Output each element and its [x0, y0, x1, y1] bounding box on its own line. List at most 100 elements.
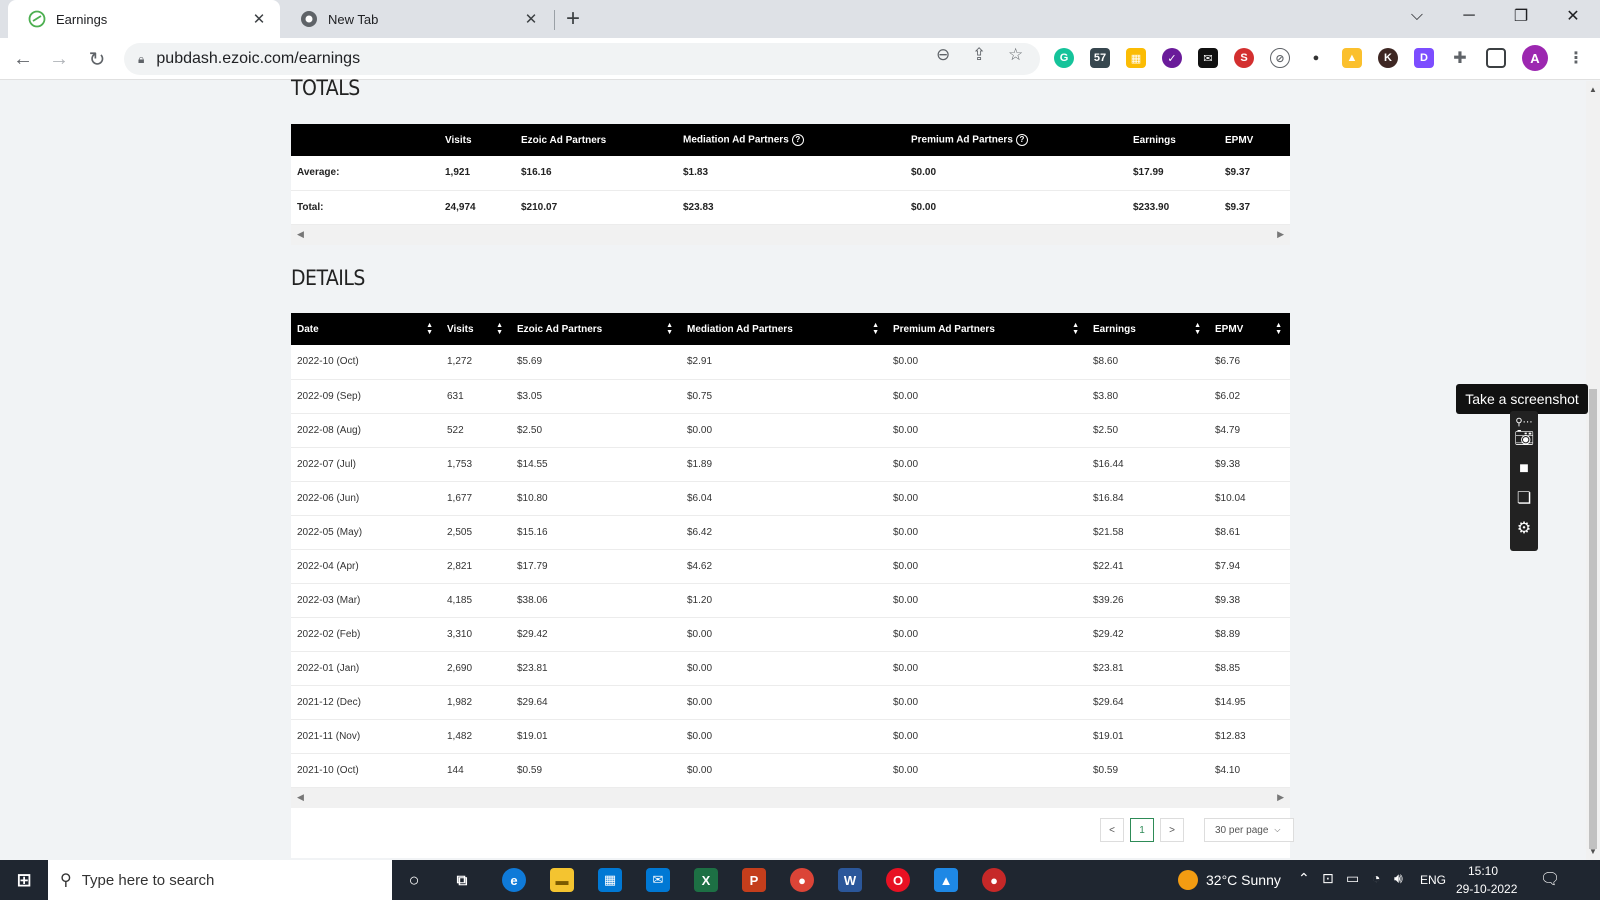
chevron-up-icon[interactable]: ⌃ — [1298, 870, 1310, 887]
scroll-right-arrow-icon[interactable]: ▶ — [1277, 229, 1284, 240]
cell-visits: 1,272 — [441, 345, 511, 380]
column-header-date[interactable]: Date ▲ ▼ — [291, 313, 441, 345]
scrollbar-thumb[interactable] — [1589, 389, 1597, 849]
scroll-left-arrow-icon[interactable]: ◀ — [297, 792, 304, 803]
notifications-icon[interactable]: 🗨︎ — [1540, 869, 1560, 889]
window-capture-icon[interactable]: ❏ — [1514, 489, 1534, 509]
per-page-select[interactable]: 30 per page ⌵ — [1204, 818, 1294, 842]
sort-arrows-icon[interactable]: ▲ ▼ — [496, 322, 503, 336]
opera-icon[interactable]: O — [886, 868, 910, 892]
taskbar-search-box[interactable]: ⚲ Type here to search — [48, 860, 392, 900]
side-panel-icon[interactable] — [1486, 48, 1506, 68]
help-question-icon[interactable]: ? — [1015, 134, 1028, 146]
photos-icon[interactable]: ▲ — [934, 868, 958, 892]
meet-now-icon[interactable]: ⊡ — [1322, 870, 1334, 887]
sort-arrows-icon[interactable]: ▲ ▼ — [1072, 322, 1079, 336]
settings-gear-icon[interactable]: ⚙ — [1514, 519, 1534, 539]
column-header-visits[interactable]: Visits ▲ ▼ — [441, 313, 511, 345]
blocked-extension-icon[interactable]: ⊘ — [1270, 48, 1290, 68]
cell-mediation: $0.00 — [681, 753, 887, 788]
cell-earnings: $29.42 — [1087, 617, 1209, 652]
column-header-ezoic[interactable]: Ezoic Ad Partners ▲ ▼ — [511, 313, 681, 345]
weather-text[interactable]: 32°C Sunny — [1206, 872, 1281, 888]
lock-icon[interactable]: 🔒︎ — [138, 52, 144, 67]
word-icon[interactable]: W — [838, 868, 862, 892]
wifi-icon[interactable]: ◔ — [1372, 870, 1380, 886]
zoom-icon[interactable]: ⊖ — [936, 45, 950, 65]
column-header-mediation[interactable]: Mediation Ad Partners ▲ ▼ — [681, 313, 887, 345]
volume-icon[interactable]: 🔊︎ — [1394, 870, 1403, 887]
column-header-earnings[interactable]: Earnings ▲ ▼ — [1087, 313, 1209, 345]
dots-extension-icon[interactable]: ● — [1306, 48, 1326, 68]
totals-header-ezoic: Ezoic Ad Partners — [515, 124, 677, 156]
column-header-premium[interactable]: Premium Ad Partners ▲ ▼ — [887, 313, 1087, 345]
scroll-down-arrow-icon[interactable]: ▼ — [1586, 847, 1600, 856]
dark-extension-icon[interactable]: ✉ — [1198, 48, 1218, 68]
powerpoint-icon[interactable]: P — [742, 868, 766, 892]
scroll-up-arrow-icon[interactable]: ▲ — [1586, 85, 1600, 94]
new-tab-plus-icon[interactable]: + — [566, 6, 580, 32]
tab-earnings[interactable]: Earnings ✕ — [8, 0, 280, 38]
share-icon[interactable]: ⇪ — [972, 45, 986, 65]
column-header-epmv[interactable]: EPMV ▲ ▼ — [1209, 313, 1290, 345]
cortana-circle-icon[interactable]: ○ — [402, 868, 426, 892]
tab-search-chevron-icon[interactable]: ⌵ — [1394, 0, 1440, 32]
address-bar[interactable]: 🔒︎ pubdash.ezoic.com/earnings — [124, 43, 1040, 75]
tab-new-tab[interactable]: New Tab ✕ — [280, 0, 552, 38]
k-extension-icon[interactable]: K — [1378, 48, 1398, 68]
mail-icon[interactable]: ✉ — [646, 868, 670, 892]
language-indicator[interactable]: ENG — [1420, 873, 1446, 887]
sort-arrows-icon[interactable]: ▲ ▼ — [1275, 322, 1282, 336]
yellow-extension-icon[interactable]: ▲ — [1342, 48, 1362, 68]
cell-ezoic: $29.64 — [511, 685, 681, 720]
window-close-icon[interactable]: ✕ — [1550, 0, 1596, 32]
scroll-right-arrow-icon[interactable]: ▶ — [1277, 792, 1284, 803]
profile-avatar[interactable]: A — [1522, 45, 1548, 71]
video-camera-icon[interactable]: ■ — [1514, 459, 1534, 479]
excel-icon[interactable]: X — [694, 868, 718, 892]
camera-icon[interactable]: 📷︎ — [1514, 429, 1534, 449]
forward-arrow-icon[interactable]: → — [46, 46, 72, 72]
extension-57-icon[interactable]: 57 — [1090, 48, 1110, 68]
grammarly-extension-icon[interactable]: G — [1054, 48, 1074, 68]
sort-arrows-icon[interactable]: ▲ ▼ — [872, 322, 879, 336]
task-view-icon[interactable]: ⧉ — [450, 868, 474, 892]
weather-sun-icon[interactable] — [1178, 870, 1198, 890]
minimize-icon[interactable]: ─ — [1446, 0, 1492, 32]
reload-icon[interactable]: ↻ — [84, 46, 110, 72]
help-question-icon[interactable]: ? — [791, 134, 804, 146]
d-extension-icon[interactable]: D — [1414, 48, 1434, 68]
file-explorer-icon[interactable]: ▬ — [550, 868, 574, 892]
red-extension-icon[interactable]: S — [1234, 48, 1254, 68]
close-tab-icon[interactable]: ✕ — [522, 10, 540, 28]
microsoft-store-icon[interactable]: ▦ — [598, 868, 622, 892]
recorder-icon[interactable]: ● — [982, 868, 1006, 892]
scroll-left-arrow-icon[interactable]: ◀ — [297, 229, 304, 240]
cell-date: 2021-10 (Oct) — [291, 753, 441, 788]
next-page-button[interactable]: > — [1160, 818, 1184, 842]
back-arrow-icon[interactable]: ← — [10, 46, 36, 72]
battery-icon[interactable]: ▭ — [1346, 870, 1359, 887]
sort-arrows-icon[interactable]: ▲ ▼ — [426, 322, 433, 336]
clock-date[interactable]: 29-10-2022 — [1456, 882, 1517, 896]
sort-arrows-icon[interactable]: ▲ ▼ — [1194, 322, 1201, 336]
details-horizontal-scrollbar[interactable]: ◀ ▶ — [291, 787, 1290, 808]
page-vertical-scrollbar[interactable]: ▲ ▼ — [1586, 81, 1600, 860]
purple-extension-icon[interactable]: ✓ — [1162, 48, 1182, 68]
totals-horizontal-scrollbar[interactable]: ◀ ▶ — [291, 224, 1290, 245]
extensions-puzzle-icon[interactable]: ✚ — [1450, 48, 1470, 68]
prev-page-button[interactable]: < — [1100, 818, 1124, 842]
restore-icon[interactable]: ❐ — [1498, 0, 1544, 32]
edge-browser-icon[interactable]: e — [502, 868, 526, 892]
header-label: EPMV — [1215, 323, 1244, 335]
sort-arrows-icon[interactable]: ▲ ▼ — [666, 322, 673, 336]
chrome-icon[interactable]: ● — [790, 868, 814, 892]
windows-start-icon[interactable]: ⊞ — [12, 868, 36, 892]
google-extension-icon[interactable]: ▦ — [1126, 48, 1146, 68]
page-1-button[interactable]: 1 — [1130, 818, 1154, 842]
clock-time[interactable]: 15:10 — [1468, 864, 1498, 878]
close-tab-icon[interactable]: ✕ — [250, 10, 268, 28]
cell-premium: $0.00 — [887, 753, 1087, 788]
menu-kebab-icon[interactable]: ⋮ — [1566, 48, 1586, 68]
bookmark-star-icon[interactable]: ☆ — [1008, 45, 1023, 65]
